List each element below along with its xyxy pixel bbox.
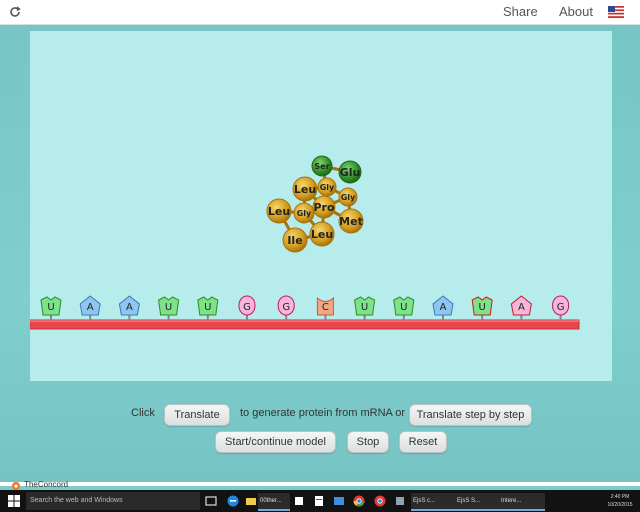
system-clock[interactable]: 2:40 PM 10/20/2015	[600, 493, 640, 509]
amino-acid-label: Ile	[287, 234, 302, 247]
amino-acid-gly[interactable]: Gly	[317, 177, 337, 197]
click-text: Click	[131, 407, 155, 419]
concord-flower-icon	[12, 482, 20, 490]
nucleotide-label: U	[47, 302, 54, 313]
nucleotide-label: U	[204, 302, 211, 313]
store-icon[interactable]	[292, 494, 306, 508]
task-view-icon[interactable]	[204, 494, 218, 508]
nucleotide-label: A	[518, 302, 525, 313]
nucleotide-label: U	[165, 302, 172, 313]
amino-acid-pro[interactable]: Pro	[312, 195, 336, 219]
nucleotide-a: A	[432, 295, 454, 320]
share-link[interactable]: Share	[503, 4, 538, 19]
taskbar-app-1[interactable]: 00ther...	[258, 493, 290, 511]
amino-acid-ser[interactable]: Ser	[311, 155, 333, 177]
nucleotide-label: G	[243, 302, 251, 313]
amino-acid-gly[interactable]: Gly	[293, 202, 315, 224]
nucleotide-label: A	[87, 302, 94, 313]
amino-acid-label: Gly	[341, 193, 356, 202]
about-link[interactable]: About	[559, 4, 593, 19]
edge-browser-icon[interactable]	[226, 494, 240, 508]
nucleotide-g: G	[238, 295, 256, 320]
document-icon[interactable]	[312, 494, 326, 508]
model-panel: Ser Glu Gly Gly Leu Pro Gly Leu Met Leu Ile UAAUUG…	[30, 31, 612, 381]
translate-step-button[interactable]: Translate step by step	[409, 404, 532, 426]
chrome-icon[interactable]	[352, 494, 366, 508]
windows-start-icon[interactable]	[8, 495, 20, 507]
nucleotide-u: U	[471, 296, 493, 320]
start-continue-button[interactable]: Start/continue model	[215, 431, 336, 453]
protein-chain[interactable]: Ser GluGlyGlyLeuProGlyLeuMetLeuIle	[266, 155, 364, 253]
amino-acid-leu[interactable]: Leu	[309, 221, 335, 247]
nucleotide-a: A	[510, 295, 532, 320]
chrome-icon-2[interactable]	[373, 494, 387, 508]
amino-acid-leu[interactable]: Leu	[266, 198, 292, 224]
translate-button[interactable]: Translate	[164, 404, 230, 426]
amino-acid-label: Met	[339, 215, 363, 228]
amino-acid-label: Gly	[297, 209, 312, 218]
nucleotide-label: U	[400, 302, 407, 313]
nucleotide-label: C	[322, 302, 329, 313]
nucleotide-label: G	[557, 302, 565, 313]
amino-acid-label: Ser	[314, 162, 329, 171]
instruction-text: to generate protein from mRNA or	[240, 407, 406, 419]
amino-acid-label: Leu	[294, 183, 316, 196]
amino-acid-glu[interactable]: Glu	[338, 160, 362, 184]
amino-acid-label: Pro	[313, 201, 334, 214]
amino-acid-label: Leu	[268, 205, 290, 218]
app-icon[interactable]	[393, 494, 407, 508]
footer-strip	[0, 482, 640, 486]
nucleotide-u: U	[158, 296, 180, 320]
nucleotide-label: G	[282, 302, 290, 313]
top-bar: Share About	[0, 0, 640, 25]
concord-logo-text: TheConcord	[24, 480, 69, 490]
amino-acid-label: Glu	[340, 166, 361, 179]
clock-date: 10/20/2015	[607, 502, 633, 508]
amino-acid-gly[interactable]: Gly	[338, 187, 358, 207]
taskbar-app-2[interactable]: EjsS c...	[411, 493, 455, 511]
us-flag-icon[interactable]	[608, 6, 624, 18]
taskbar-app-4[interactable]: Intere...	[499, 493, 545, 511]
clock-time: 2:40 PM	[610, 494, 630, 500]
nucleotide-g: G	[277, 295, 295, 320]
simulation-stage: Ser Glu Gly Gly Leu Pro Gly Leu Met Leu Ile UAAUUG…	[0, 25, 640, 482]
controls-area: Click Translate to generate protein from…	[0, 385, 640, 453]
taskbar-search-input[interactable]: Search the web and Windows	[26, 492, 200, 510]
nucleotide-u: U	[197, 296, 219, 320]
nucleotide-a: A	[79, 295, 101, 320]
nucleotide-label: U	[361, 302, 368, 313]
reload-icon[interactable]	[8, 5, 22, 19]
nucleotide-a: A	[118, 295, 140, 320]
model-canvas: Ser GluGlyGlyLeuProGlyLeuMetLeuIle UAAUUG…	[30, 155, 580, 330]
amino-acid-label: Gly	[320, 183, 335, 192]
amino-acid-met[interactable]: Met	[338, 208, 364, 234]
nucleotide-u: U	[393, 296, 415, 320]
nucleotide-u: U	[40, 296, 62, 320]
taskbar: Search the web and Windows 00ther... Ejs…	[0, 490, 640, 512]
nucleotide-label: A	[126, 302, 133, 313]
folder-icon[interactable]	[332, 494, 346, 508]
amino-acid-label: Leu	[311, 228, 333, 241]
nucleotide-c: C	[316, 296, 334, 320]
taskbar-app-3[interactable]: EjsS S...	[455, 493, 499, 511]
stop-button[interactable]: Stop	[347, 431, 389, 453]
nucleotide-label: A	[440, 302, 447, 313]
nucleotide-g: G	[552, 295, 570, 320]
nucleotide-u: U	[354, 296, 376, 320]
nucleotide-label: U	[479, 302, 486, 313]
reset-button[interactable]: Reset	[399, 431, 447, 453]
file-explorer-icon[interactable]	[244, 494, 258, 508]
mrna-nucleotides: UAAUUGGCUUAUAG	[40, 295, 570, 320]
amino-acid-ile[interactable]: Ile	[282, 227, 308, 253]
amino-acid-leu[interactable]: Leu	[292, 176, 318, 202]
